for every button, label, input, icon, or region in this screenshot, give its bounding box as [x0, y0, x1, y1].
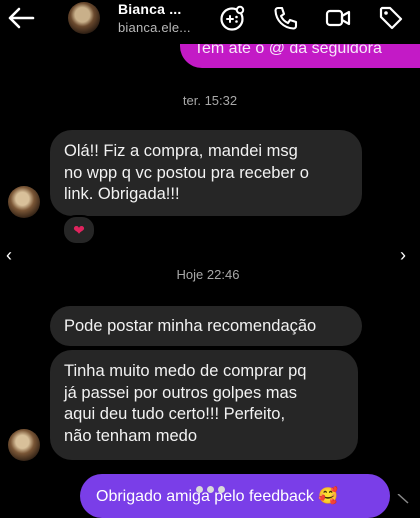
- chevron-left-icon[interactable]: ‹: [6, 245, 12, 266]
- message-line: no wpp q vc postou pra receber o: [64, 163, 309, 182]
- contact-name[interactable]: Bianca ...: [118, 1, 181, 17]
- received-message-bubble[interactable]: Tinha muito medo de comprar pq já passei…: [50, 350, 358, 460]
- chat-header: Bianca ... bianca.ele...: [0, 0, 420, 44]
- typing-indicator: [196, 480, 236, 493]
- chevron-right-icon[interactable]: ›: [400, 245, 406, 266]
- timestamp: Hoje 22:46: [176, 267, 240, 282]
- message-line: já passei por outros golpes mas: [64, 383, 297, 402]
- sender-avatar[interactable]: [8, 186, 40, 218]
- message-text: Pode postar minha recomendação: [64, 317, 317, 335]
- phone-icon[interactable]: [271, 4, 299, 32]
- contact-avatar[interactable]: [68, 2, 100, 34]
- message-line: não tenham medo: [64, 426, 198, 445]
- message-line: Tinha muito medo de comprar pq: [64, 362, 307, 380]
- heart-reaction-icon[interactable]: ❤: [62, 215, 96, 245]
- message-line: Olá!! Fiz a compra, mandei msg: [64, 142, 298, 160]
- received-message-bubble[interactable]: Pode postar minha recomendação: [50, 306, 362, 346]
- sender-avatar[interactable]: [8, 429, 40, 461]
- timestamp: ter. 15:32: [182, 93, 238, 108]
- video-call-icon[interactable]: [324, 4, 352, 32]
- tag-icon[interactable]: [377, 4, 405, 32]
- received-message-bubble[interactable]: Olá!! Fiz a compra, mandei msg no wpp q …: [50, 130, 362, 216]
- game-icon[interactable]: [218, 4, 246, 32]
- contact-username[interactable]: bianca.ele...: [118, 20, 191, 35]
- message-line: link. Obrigada!!!: [64, 185, 180, 203]
- cursor-pointer-icon: [397, 494, 409, 504]
- back-arrow-icon[interactable]: [6, 4, 36, 32]
- message-line: aqui deu tudo certo!!! Perfeito,: [64, 405, 286, 423]
